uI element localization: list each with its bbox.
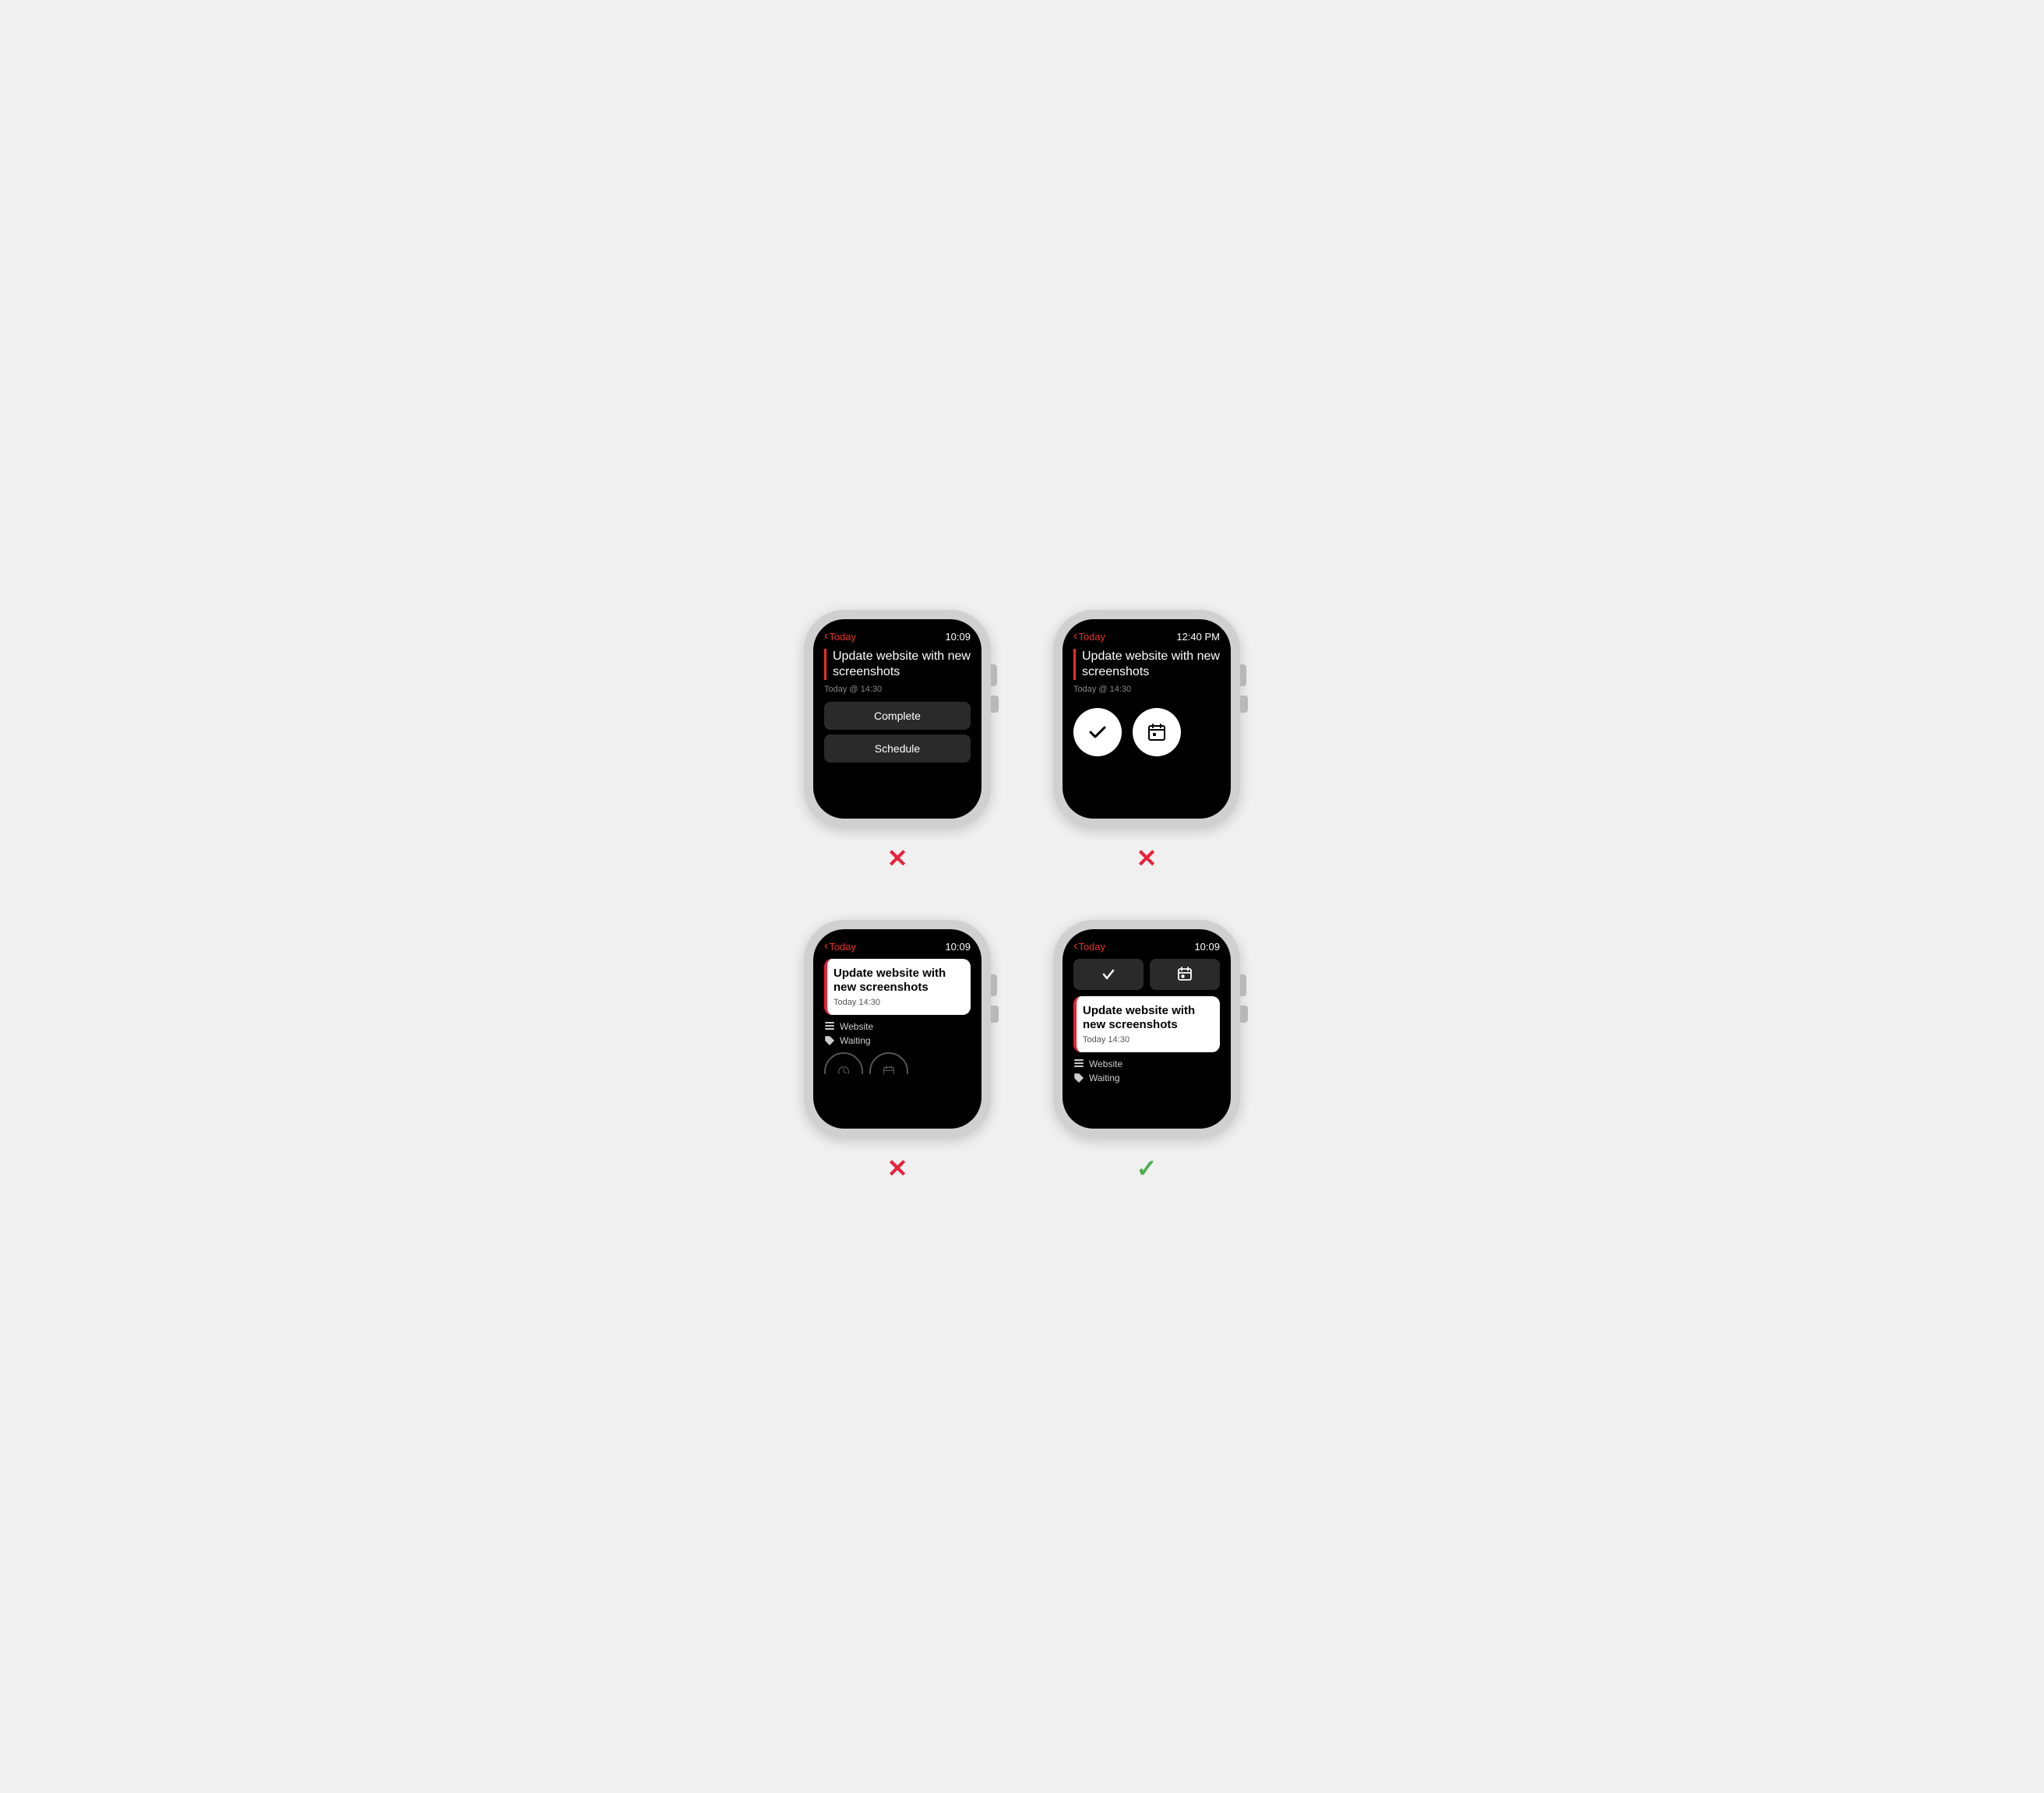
tag-icon (824, 1035, 835, 1046)
cal-partial-icon (883, 1066, 895, 1074)
checkmark-icon (1087, 721, 1108, 743)
watch-header-bottom-right: Today 10:09 (1073, 940, 1220, 953)
cell-bottom-right: Today 10:09 (1053, 920, 1240, 1183)
watch-time-bottom-left: 10:09 (945, 941, 971, 953)
result-x-bottom-left: ✕ (887, 1154, 908, 1183)
watch-back-top-left: Today (824, 630, 856, 643)
watch-screen-top-right: Today 12:40 PM Update website with new s… (1063, 619, 1231, 819)
watch-back-top-right: Today (1073, 630, 1105, 643)
checkmark-circle-button[interactable] (1073, 708, 1122, 756)
partial-icon-2 (869, 1052, 908, 1074)
task-card-bottom-right: Update website with new screenshots Toda… (1073, 996, 1220, 1052)
watch-time-top-left: 10:09 (945, 631, 971, 643)
watch-time-top-right: 12:40 PM (1176, 631, 1220, 643)
list-icon (824, 1021, 835, 1032)
tag-icon-2 (1073, 1073, 1084, 1083)
card-title-bottom-left: Update website with new screenshots (833, 967, 963, 995)
watch-back-bottom-right: Today (1073, 940, 1105, 953)
calendar-action-button[interactable] (1150, 959, 1220, 990)
result-x-top-left: ✕ (887, 844, 908, 873)
watch-time-bottom-right: 10:09 (1194, 941, 1220, 953)
circle-buttons-top-right (1073, 708, 1220, 756)
meta-website-label: Website (840, 1021, 873, 1032)
watch-back-bottom-left: Today (824, 940, 856, 953)
meta-website-label-2: Website (1089, 1059, 1122, 1069)
list-icon-2 (1073, 1059, 1084, 1069)
watch-top-right: Today 12:40 PM Update website with new s… (1053, 610, 1240, 828)
task-title-top-right: Update website with new screenshots (1073, 649, 1220, 680)
cell-bottom-left: Today 10:09 Update website with new scre… (804, 920, 991, 1183)
watch-bottom-left: Today 10:09 Update website with new scre… (804, 920, 991, 1138)
action-row-bottom-right (1073, 959, 1220, 990)
cell-top-right: Today 12:40 PM Update website with new s… (1053, 610, 1240, 873)
task-card-bottom-left: Update website with new screenshots Toda… (824, 959, 971, 1015)
watch-bottom-right: Today 10:09 (1053, 920, 1240, 1138)
calendar-icon (1146, 721, 1168, 743)
calendar-circle-button[interactable] (1133, 708, 1181, 756)
result-check-bottom-right: ✓ (1137, 1154, 1158, 1183)
partial-bottom-icons (824, 1052, 971, 1074)
complete-button[interactable]: Complete (824, 702, 971, 730)
checkmark-action-button[interactable] (1073, 959, 1144, 990)
card-time-bottom-right: Today 14:30 (1083, 1035, 1212, 1044)
watch-screen-bottom-left: Today 10:09 Update website with new scre… (813, 929, 981, 1129)
task-due-top-right: Today @ 14:30 (1073, 685, 1220, 694)
meta-website-bottom-left: Website (824, 1021, 971, 1032)
meta-waiting-bottom-left: Waiting (824, 1035, 971, 1046)
comparison-grid: Today 10:09 Update website with new scre… (804, 610, 1240, 1183)
card-time-bottom-left: Today 14:30 (833, 998, 963, 1007)
watch-screen-bottom-right: Today 10:09 (1063, 929, 1231, 1129)
watch-header-top-left: Today 10:09 (824, 630, 971, 643)
meta-website-bottom-right: Website (1073, 1059, 1220, 1069)
partial-icon-1 (824, 1052, 863, 1074)
checkmark-action-icon (1101, 967, 1116, 982)
schedule-button[interactable]: Schedule (824, 734, 971, 763)
task-due-top-left: Today @ 14:30 (824, 685, 971, 694)
clock-partial-icon (837, 1066, 850, 1074)
cell-top-left: Today 10:09 Update website with new scre… (804, 610, 991, 873)
calendar-action-icon (1177, 967, 1193, 982)
watch-screen-top-left: Today 10:09 Update website with new scre… (813, 619, 981, 819)
card-title-bottom-right: Update website with new screenshots (1083, 1004, 1212, 1032)
watch-header-top-right: Today 12:40 PM (1073, 630, 1220, 643)
meta-waiting-label-2: Waiting (1089, 1073, 1120, 1083)
meta-waiting-label: Waiting (840, 1035, 871, 1046)
meta-waiting-bottom-right: Waiting (1073, 1073, 1220, 1083)
task-title-top-left: Update website with new screenshots (824, 649, 971, 680)
watch-top-left: Today 10:09 Update website with new scre… (804, 610, 991, 828)
watch-header-bottom-left: Today 10:09 (824, 940, 971, 953)
result-x-top-right: ✕ (1137, 844, 1158, 873)
